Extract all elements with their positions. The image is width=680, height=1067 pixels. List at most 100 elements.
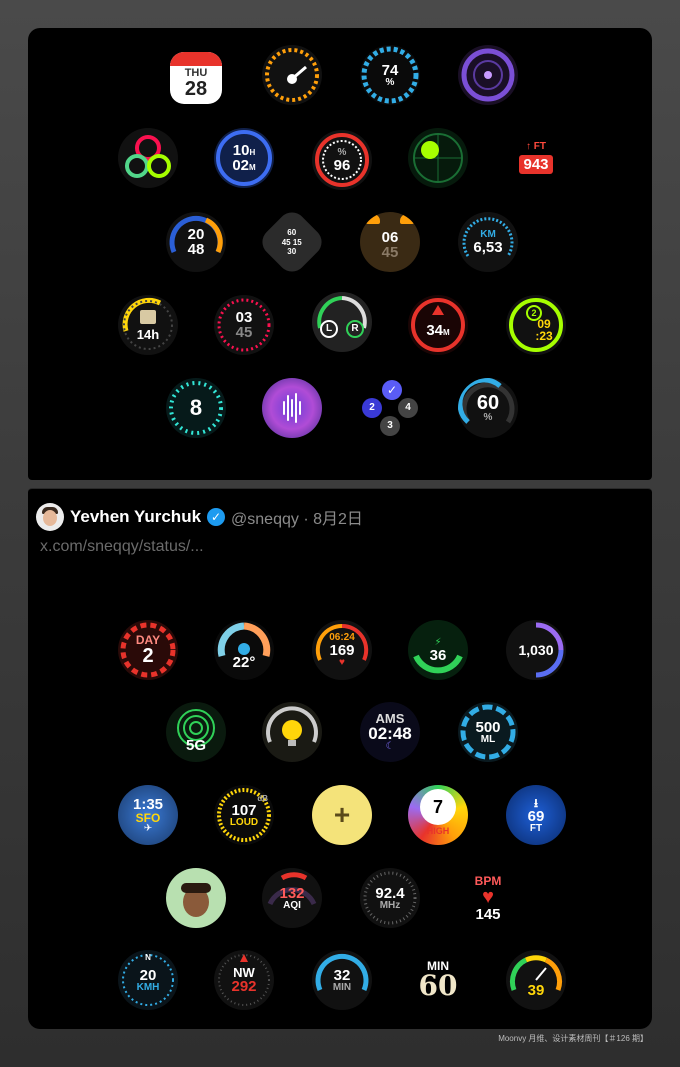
flight-icon[interactable]: 1:35 SFO ✈ [118,785,178,845]
calendar-month: THU [184,66,208,79]
ams-time-icon[interactable]: AMS 02:48 ☾ [360,702,420,762]
noise-level-icon[interactable]: 107 LOUD dB [214,785,274,845]
purple-radar-icon[interactable] [458,45,518,105]
uv-value: 7 [420,788,456,825]
depth-ft-icon[interactable]: ⭳ 69 FT [506,785,566,845]
noise-value: 107 [231,801,257,819]
energy-value: 36 [429,646,447,664]
elevation-value: 1,030 [518,642,554,658]
dial-15: 15 [293,237,303,247]
package-hours-value: 14h [136,326,160,342]
airpods-battery-icon[interactable]: L R [312,292,372,352]
noise-db-label: dB [257,794,268,803]
uv-label: HIGH [426,825,450,836]
wind-north: N [145,953,151,962]
avatar[interactable] [36,503,64,531]
verified-badge-icon: ✓ [207,508,226,526]
radio-frequency-icon[interactable]: 92.4 MHz [360,868,420,928]
alarm-hours: 06 [381,229,399,246]
wind-speed-icon[interactable]: N 20 KMH [118,950,178,1010]
tweet-handle-date[interactable]: @sneqqy · 8月2日 [231,505,363,529]
bpm-value: 145 [475,905,501,923]
distance-km-gauge[interactable]: KM 6,53 [458,212,518,272]
tweet-header: Yevhen Yurchuk ✓ @sneqqy · 8月2日 [36,503,363,531]
bpm-heart-icon[interactable]: BPM ♥ 145 [458,868,518,928]
temperature-gauge[interactable]: 22° [214,620,274,680]
speedometer-icon[interactable]: 39 [506,950,566,1010]
workout-timer-icon[interactable]: 2 09 :23 [506,295,566,355]
percent-96-ring[interactable]: % 96 [312,130,372,190]
package-hours-icon[interactable]: 14h [118,295,178,355]
time-2048-gauge[interactable]: 20 48 [166,212,226,272]
water-ml-icon[interactable]: 500 ML [458,702,518,762]
heart-rate-ring[interactable]: 06:24 169 ♥ [312,620,372,680]
steps-value: 8 [189,395,203,420]
bpm-label: BPM [474,873,502,888]
time-minutes-unit: M [249,163,256,172]
siri-waveform-icon[interactable] [262,378,322,438]
alert-unit: M [443,327,450,337]
time-minutes: 02 [232,157,249,174]
alert-distance-icon[interactable]: 34M [408,295,468,355]
elevation-ft-label: ↑ FT [526,141,546,152]
heart-rate-time: 06:24 [329,631,355,643]
steps-dots-icon[interactable]: 8 [166,378,226,438]
minutes-countdown-icon[interactable]: MIN 60 [408,950,468,1010]
flight-code: SFO [135,810,161,825]
distance-km-value: 6,53 [473,238,503,256]
heart-rate-value: 169 [329,641,355,659]
selection-dots-icon[interactable]: ✓ 2 4 3 [360,378,420,438]
footer-credit: Moonvy 月维、设计素材周刊【＃126 期】 [498,1034,648,1043]
timer-value: 32 [333,966,351,984]
distance-km-unit: KM [480,228,496,240]
tweet-author[interactable]: Yevhen Yurchuk [70,507,201,527]
add-note-icon[interactable]: + [312,785,372,845]
uv-index-icon[interactable]: 7 HIGH [408,785,468,845]
time-2048-top: 20 [187,226,205,243]
energy-gauge[interactable]: ⚡ 36 [408,620,468,680]
air-quality-icon[interactable]: 132 AQI [262,868,322,928]
elevation-ft-icon[interactable]: ↑ FT 943 [506,128,566,188]
dial-45: 45 [281,237,291,247]
flight-time: 1:35 [132,795,164,813]
water-unit: ML [480,733,496,745]
workout-time-b: :23 [535,329,553,343]
activity-rings-icon[interactable] [118,128,178,188]
elevation-ft-value: 943 [519,155,553,174]
wind-unit: KMH [136,981,160,993]
minutes-value: 60 [418,969,458,1002]
radio-value: 92.4 [375,884,405,902]
time-hours-unit: H [249,148,256,157]
light-bulb-icon[interactable] [262,702,322,762]
airpod-right: R [346,320,364,338]
hours-minutes-icon[interactable]: 10H 02M [214,128,274,188]
percent-60-gauge[interactable]: 60 % [458,378,518,438]
calendar-icon[interactable]: THU 28 [170,52,222,104]
memoji-avatar-icon[interactable] [166,868,226,928]
five-g-signal-icon[interactable]: 5G [166,702,226,762]
alert-value: 34 [426,321,443,339]
complications-panel-top [28,28,652,480]
radio-unit: MHz [379,899,401,911]
speed-value: 39 [527,981,545,999]
dot-b: 4 [398,398,418,418]
time-0345-ring[interactable]: 03 45 [214,295,274,355]
aqi-value: 132 [279,884,305,902]
add-note-plus: + [333,799,351,830]
dial-60: 60 [287,227,297,237]
temp-pct-value: 74 [381,61,399,79]
compass-degrees: 292 [231,978,257,995]
green-radar-icon[interactable] [408,128,468,188]
day-counter-icon[interactable]: DAY 2 [118,620,178,680]
elevation-gauge[interactable]: 1,030 [506,620,566,680]
time-0345-bottom: 45 [235,324,253,341]
time-2048-bottom: 48 [187,241,205,258]
compass-icon[interactable]: NW 292 [214,950,274,1010]
dot-c: 3 [380,416,400,436]
temperature-percent-gauge[interactable]: 74 % [360,45,420,105]
timer-unit: MIN [332,981,352,993]
alarm-clock-icon[interactable]: 06 45 [360,212,420,272]
tweet-link[interactable]: x.com/sneqqy/status/... [40,538,204,556]
timer-gauge[interactable]: 32 MIN [312,950,372,1010]
gauge-needle-icon[interactable] [262,45,322,105]
